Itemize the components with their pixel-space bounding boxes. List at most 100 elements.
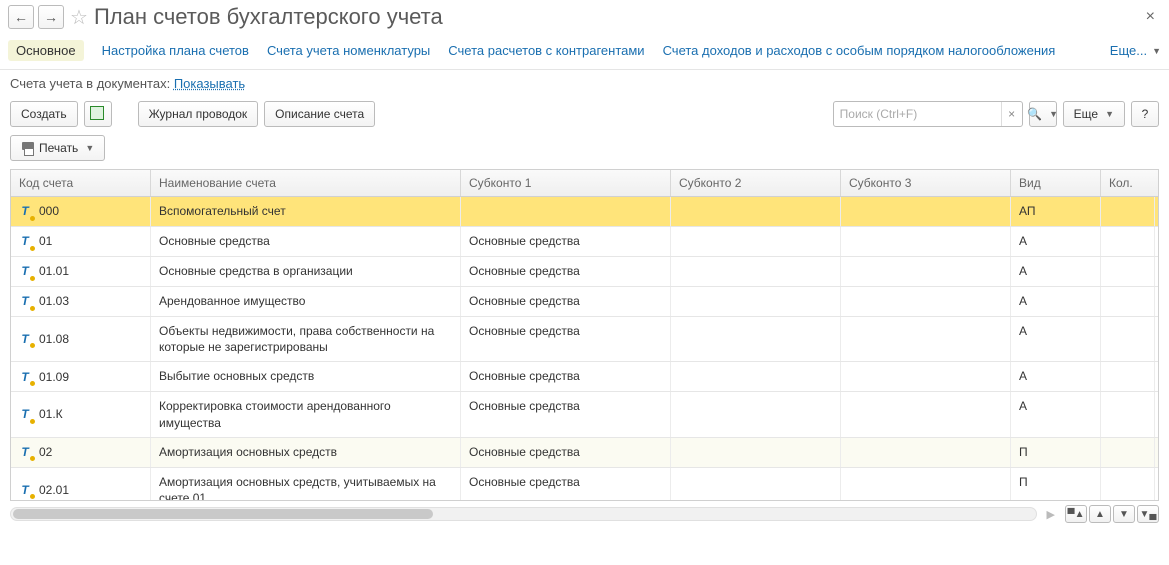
advanced-search-button[interactable]: 🔍▼ xyxy=(1029,101,1057,127)
table-row[interactable]: T01.03Арендованное имуществоОсновные сре… xyxy=(11,287,1158,317)
table-row[interactable]: T02.01Амортизация основных средств, учит… xyxy=(11,468,1158,501)
cell-kol xyxy=(1101,317,1155,361)
chevron-down-icon: ▼ xyxy=(85,143,94,153)
cell-vid: А xyxy=(1011,392,1101,436)
cell-name: Вспомогательный счет xyxy=(151,197,461,226)
cell-kol xyxy=(1101,257,1155,286)
copy-button[interactable] xyxy=(84,101,112,127)
cell-name: Амортизация основных средств xyxy=(151,438,461,467)
col-header-sub1[interactable]: Субконто 1 xyxy=(461,170,671,196)
cell-code: T01.К xyxy=(11,392,151,436)
scroll-top-button[interactable]: ▀▲ xyxy=(1065,505,1087,523)
cell-vid: А xyxy=(1011,287,1101,316)
cell-sub2 xyxy=(671,287,841,316)
cell-vid: А xyxy=(1011,257,1101,286)
code-text: 01.09 xyxy=(39,369,69,385)
tab-more[interactable]: Еще... xyxy=(1110,43,1147,58)
table-row[interactable]: T01.ККорректировка стоимости арендованно… xyxy=(11,392,1158,437)
cell-sub2 xyxy=(671,317,841,361)
scroll-up-button[interactable]: ▲ xyxy=(1089,505,1111,523)
page-title: План счетов бухгалтерского учета xyxy=(94,4,443,30)
cell-kol xyxy=(1101,362,1155,391)
cell-sub2 xyxy=(671,392,841,436)
cell-sub2 xyxy=(671,362,841,391)
col-header-sub3[interactable]: Субконто 3 xyxy=(841,170,1011,196)
account-icon: T xyxy=(17,444,33,460)
cell-name: Амортизация основных средств, учитываемы… xyxy=(151,468,461,501)
more-button[interactable]: Еще▼ xyxy=(1063,101,1125,127)
table-row[interactable]: T 02 Амортизация основных средствОсновные … xyxy=(11,438,1158,468)
col-header-name[interactable]: Наименование счета xyxy=(151,170,461,196)
cell-code: T 01.01 xyxy=(11,257,151,286)
cell-vid: А xyxy=(1011,227,1101,256)
search-input[interactable] xyxy=(834,107,1001,121)
accounts-in-docs-link[interactable]: Показывать xyxy=(174,76,245,91)
cell-code: T01 xyxy=(11,227,151,256)
cell-kol xyxy=(1101,392,1155,436)
cell-kol xyxy=(1101,227,1155,256)
col-header-sub2[interactable]: Субконто 2 xyxy=(671,170,841,196)
cell-sub1: Основные средства xyxy=(461,362,671,391)
cell-kol xyxy=(1101,468,1155,501)
horizontal-scrollbar[interactable] xyxy=(10,507,1037,521)
code-text: 01.03 xyxy=(39,293,69,309)
account-icon: T xyxy=(17,203,33,219)
tab-main[interactable]: Основное xyxy=(8,40,84,61)
help-button[interactable]: ? xyxy=(1131,101,1159,127)
col-header-kol[interactable]: Кол. xyxy=(1101,170,1155,196)
close-icon[interactable]: × xyxy=(1140,8,1161,26)
cell-sub1: Основные средства xyxy=(461,227,671,256)
cell-sub2 xyxy=(671,227,841,256)
table-row[interactable]: T 000 Вспомогательный счет АП xyxy=(11,197,1158,227)
tab-nomenclature[interactable]: Счета учета номенклатуры xyxy=(267,43,430,58)
scroll-right-icon[interactable]: ▶ xyxy=(1043,508,1059,521)
cell-kol xyxy=(1101,287,1155,316)
cell-code: T01.08 xyxy=(11,317,151,361)
code-text: 01.К xyxy=(39,406,63,422)
scroll-bottom-button[interactable]: ▼▄ xyxy=(1137,505,1159,523)
cell-vid: П xyxy=(1011,468,1101,501)
create-button[interactable]: Создать xyxy=(10,101,78,127)
cell-sub1: Основные средства xyxy=(461,257,671,286)
code-text: 02 xyxy=(39,444,52,460)
scroll-down-button[interactable]: ▼ xyxy=(1113,505,1135,523)
cell-vid: А xyxy=(1011,317,1101,361)
cell-sub1: Основные средства xyxy=(461,438,671,467)
favorite-star-icon[interactable]: ☆ xyxy=(70,5,88,30)
cell-name: Арендованное имущество xyxy=(151,287,461,316)
tab-bar: Основное Настройка плана счетов Счета уч… xyxy=(0,36,1169,70)
col-header-code[interactable]: Код счета xyxy=(11,170,151,196)
cell-kol xyxy=(1101,438,1155,467)
cell-sub1: Основные средства xyxy=(461,317,671,361)
scrollbar-thumb[interactable] xyxy=(13,509,433,519)
tab-tax-special[interactable]: Счета доходов и расходов с особым порядк… xyxy=(663,43,1056,58)
describe-account-button[interactable]: Описание счета xyxy=(264,101,375,127)
account-icon: T xyxy=(17,369,33,385)
cell-sub2 xyxy=(671,468,841,501)
journal-button[interactable]: Журнал проводок xyxy=(138,101,259,127)
print-icon xyxy=(21,142,35,154)
table-header: Код счета Наименование счета Субконто 1 … xyxy=(10,169,1159,197)
code-text: 01 xyxy=(39,233,52,249)
table-row[interactable]: T 01.01 Основные средства в организацииОсн… xyxy=(11,257,1158,287)
cell-name: Основные средства в организации xyxy=(151,257,461,286)
tab-plan-settings[interactable]: Настройка плана счетов xyxy=(102,43,249,58)
table-row[interactable]: T01Основные средстваОсновные средстваА xyxy=(11,227,1158,257)
search-input-box[interactable]: × xyxy=(833,101,1023,127)
search-clear-icon[interactable]: × xyxy=(1001,102,1022,126)
code-text: 01.01 xyxy=(39,263,69,279)
nav-forward-button[interactable]: → xyxy=(38,5,64,29)
cell-kol xyxy=(1101,197,1155,226)
account-icon: T xyxy=(17,263,33,279)
cell-sub3 xyxy=(841,438,1011,467)
print-button[interactable]: Печать ▼ xyxy=(10,135,105,161)
nav-back-button[interactable]: ← xyxy=(8,5,34,29)
code-text: 000 xyxy=(39,203,59,219)
cell-vid: АП xyxy=(1011,197,1101,226)
table-row[interactable]: T01.09Выбытие основных средствОсновные с… xyxy=(11,362,1158,392)
col-header-vid[interactable]: Вид xyxy=(1011,170,1101,196)
cell-code: T 02 xyxy=(11,438,151,467)
cell-sub1: Основные средства xyxy=(461,392,671,436)
tab-contragents[interactable]: Счета расчетов с контрагентами xyxy=(448,43,644,58)
table-row[interactable]: T01.08Объекты недвижимости, права собств… xyxy=(11,317,1158,362)
